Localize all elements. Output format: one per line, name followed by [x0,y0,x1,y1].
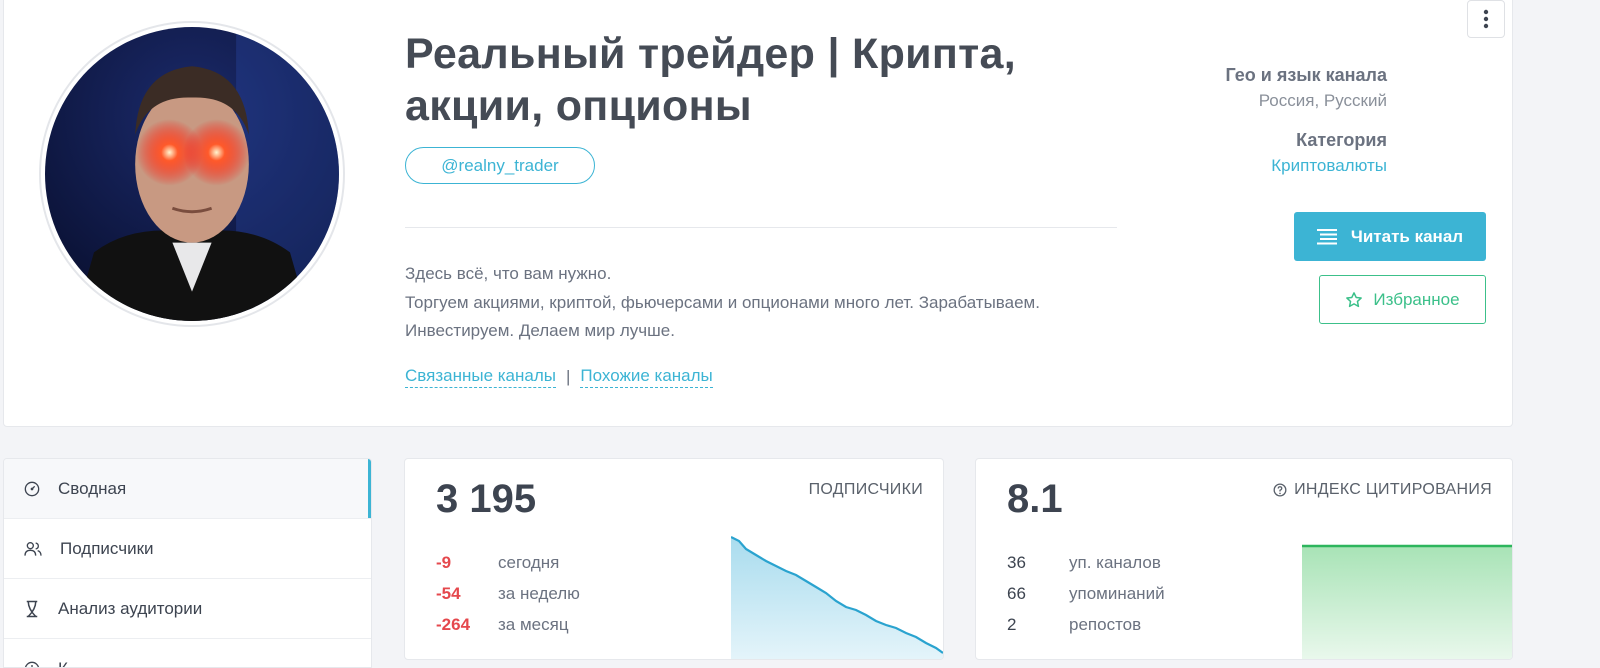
sidebar-item-label: Подписчики [60,539,154,559]
citation-sparkline [1302,544,1512,659]
list-item: 36 уп. каналов [1007,547,1165,578]
channel-title: Реальный трейдер | Крипта, акции, опцион… [405,28,1105,132]
channel-meta: Гео и язык канала Россия, Русский Катего… [1225,63,1387,178]
description-line: Торгуем акциями, криптой, фьючерсами и о… [405,289,1125,318]
sidebar-item-summary[interactable]: Сводная [4,459,371,519]
geo-label: Гео и язык канала [1225,63,1387,88]
avatar-image [45,27,339,321]
description-line: Инвестируем. Делаем мир лучше. [405,317,1125,346]
favorite-label: Избранное [1373,290,1459,310]
subscribers-sparkline [731,531,943,659]
channel-links: Связанные каналы | Похожие каналы [405,366,713,388]
subscribers-changes: -9 сегодня -54 за неделю -264 за месяц [436,547,580,640]
subscribers-total: 3 195 [436,477,536,522]
lines-icon [1317,229,1337,245]
favorite-button[interactable]: Избранное [1319,275,1486,324]
citation-index-label: ИНДЕКС ЦИТИРОВАНИЯ [1273,481,1492,499]
list-item: 66 упоминаний [1007,578,1165,609]
change-period: сегодня [498,547,559,578]
more-options-button[interactable] [1467,0,1505,38]
citation-index-card: 8.1 ИНДЕКС ЦИТИРОВАНИЯ 36 уп. каналов 66… [975,458,1513,660]
list-item: -54 за неделю [436,578,580,609]
stat-label: упоминаний [1069,578,1165,609]
stat-value: 2 [1007,609,1069,640]
read-channel-button[interactable]: Читать канал [1294,212,1486,261]
stat-value: 66 [1007,578,1069,609]
similar-channels-link[interactable]: Похожие каналы [580,366,712,388]
category-link[interactable]: Криптовалюты [1225,153,1387,178]
sidebar-item-label: Анализ аудитории [58,599,202,619]
channel-handle-button[interactable]: @realny_trader [405,147,595,184]
citation-stats: 36 уп. каналов 66 упоминаний 2 репостов [1007,547,1165,640]
list-item: -264 за месяц [436,609,580,640]
related-channels-link[interactable]: Связанные каналы [405,366,556,388]
stat-label: репостов [1069,609,1141,640]
subscribers-label: ПОДПИСЧИКИ [809,481,923,499]
change-period: за месяц [498,609,569,640]
sidebar-item-label: Сводная [58,479,126,499]
list-item: 2 репостов [1007,609,1165,640]
dna-icon [24,600,40,618]
sidebar-item-partial[interactable]: К [4,639,371,668]
change-value: -9 [436,547,498,578]
description-line: Здесь всё, что вам нужно. [405,260,1125,289]
sidebar-item-audience-analysis[interactable]: Анализ аудитории [4,579,371,639]
geo-value: Россия, Русский [1225,88,1387,113]
change-period: за неделю [498,578,580,609]
subscribers-card: 3 195 ПОДПИСЧИКИ -9 сегодня -54 за недел… [404,458,944,660]
channel-description: Здесь всё, что вам нужно. Торгуем акциям… [405,260,1125,346]
clock-icon [24,661,40,668]
read-channel-label: Читать канал [1351,227,1463,247]
header-divider [405,227,1117,228]
help-circle-icon[interactable] [1273,483,1287,497]
stat-value: 36 [1007,547,1069,578]
sidebar-item-subscribers[interactable]: Подписчики [4,519,371,579]
change-value: -54 [436,578,498,609]
links-separator: | [566,367,570,387]
channel-header-card: Реальный трейдер | Крипта, акции, опцион… [3,0,1513,427]
stat-label: уп. каналов [1069,547,1161,578]
sidebar-item-label: К [58,659,68,668]
sidebar: Сводная Подписчики Анализ аудитории К [3,458,372,668]
category-label: Категория [1225,128,1387,153]
change-value: -264 [436,609,498,640]
users-icon [24,541,42,557]
channel-avatar [39,21,345,327]
kebab-menu-icon [1483,9,1489,29]
star-icon [1345,291,1363,309]
list-item: -9 сегодня [436,547,580,578]
dashboard-icon [24,481,40,497]
citation-index-value: 8.1 [1007,477,1063,522]
citation-label-text: ИНДЕКС ЦИТИРОВАНИЯ [1294,481,1492,499]
